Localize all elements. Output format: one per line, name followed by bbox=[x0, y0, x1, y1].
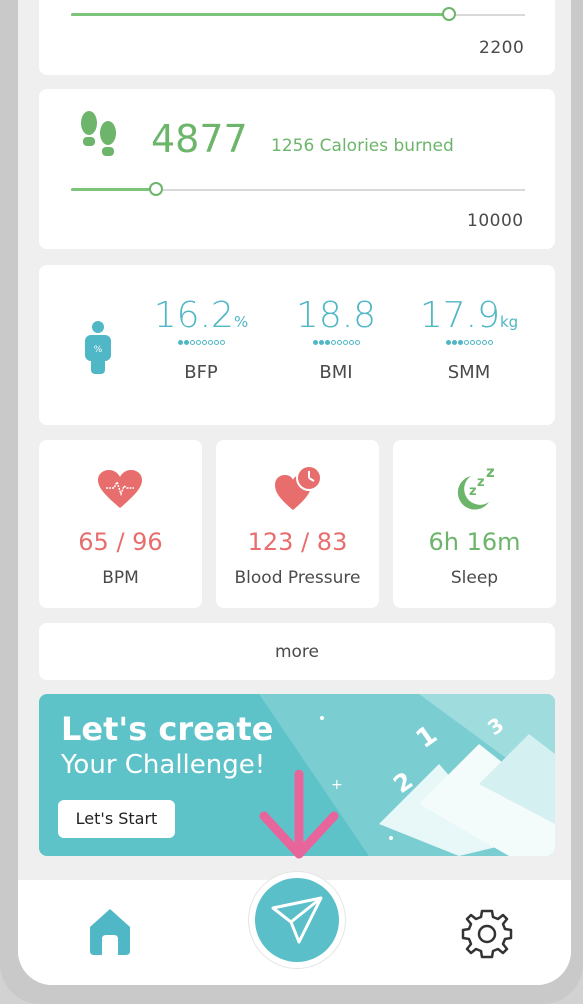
water-slider-knob[interactable] bbox=[442, 7, 456, 21]
steps-card[interactable]: 4877 1256 Calories burned 10000 bbox=[39, 89, 555, 249]
sleep-label: Sleep bbox=[450, 568, 499, 588]
banner-title: Let's create bbox=[61, 710, 274, 748]
more-label: more bbox=[274, 642, 320, 662]
water-slider-fill bbox=[71, 13, 448, 16]
body-icon: % bbox=[85, 321, 111, 374]
bmi-dots bbox=[276, 340, 396, 348]
blood-pressure-value: 123 / 83 bbox=[247, 528, 348, 556]
home-icon[interactable] bbox=[86, 905, 134, 955]
calories-burned: 1256 Calories burned bbox=[271, 136, 454, 156]
heart-clock-icon bbox=[275, 465, 322, 510]
heart-icon bbox=[98, 470, 142, 508]
water-card[interactable]: 2200 bbox=[39, 0, 555, 75]
smm-metric: 17.9kg SMM bbox=[409, 295, 529, 383]
sleep-value: 6h 16m bbox=[428, 528, 521, 556]
banner-subtitle: Your Challenge! bbox=[61, 750, 266, 780]
bfp-metric: 16.2% BFP bbox=[141, 295, 261, 383]
svg-text:%: % bbox=[94, 345, 103, 355]
bmi-value: 18.8 bbox=[295, 295, 377, 336]
moon-zzz-icon: z z z bbox=[457, 463, 495, 510]
bpm-tile[interactable]: 65 / 96 BPM bbox=[39, 440, 202, 608]
smm-value: 17.9 bbox=[419, 295, 500, 336]
steps-max-label: 10000 bbox=[467, 211, 524, 231]
gear-icon[interactable] bbox=[458, 905, 516, 963]
blood-pressure-label: Blood Pressure bbox=[234, 568, 361, 588]
svg-text:z: z bbox=[486, 463, 495, 481]
bfp-dots bbox=[141, 340, 261, 348]
footsteps-icon bbox=[81, 111, 116, 156]
bmi-label: BMI bbox=[319, 362, 353, 383]
smm-label: SMM bbox=[447, 362, 491, 383]
blood-pressure-tile[interactable]: 123 / 83 Blood Pressure bbox=[216, 440, 379, 608]
body-composition-card[interactable]: % 16.2% BFP 18.8 BMI 17.9kg SMM bbox=[39, 265, 555, 425]
steps-slider-fill bbox=[71, 188, 157, 191]
sleep-tile[interactable]: z z z 6h 16m Sleep bbox=[393, 440, 556, 608]
bfp-value: 16.2 bbox=[153, 295, 234, 336]
lets-start-button[interactable]: Let's Start bbox=[58, 800, 175, 838]
water-max-label: 2200 bbox=[479, 38, 525, 58]
bfp-unit: % bbox=[233, 313, 249, 331]
app-screen: 2200 4877 1256 Calories burned 10000 % 1… bbox=[18, 0, 571, 985]
bpm-value: 65 / 96 bbox=[78, 528, 163, 556]
steps-slider-knob[interactable] bbox=[149, 182, 163, 196]
center-action-button[interactable] bbox=[249, 872, 345, 968]
center-action-inner bbox=[255, 878, 339, 962]
more-button[interactable]: more bbox=[39, 623, 555, 680]
smm-dots bbox=[409, 340, 529, 348]
arrow-down-icon bbox=[259, 770, 339, 859]
svg-text:z: z bbox=[469, 484, 477, 499]
svg-text:z: z bbox=[477, 475, 485, 490]
bfp-label: BFP bbox=[184, 362, 218, 383]
bmi-metric: 18.8 BMI bbox=[276, 295, 396, 383]
phone-frame: 2200 4877 1256 Calories burned 10000 % 1… bbox=[0, 0, 583, 1004]
smm-unit: kg bbox=[499, 313, 519, 331]
send-icon bbox=[271, 896, 323, 944]
steps-count: 4877 bbox=[151, 117, 248, 161]
bpm-label: BPM bbox=[102, 568, 139, 588]
